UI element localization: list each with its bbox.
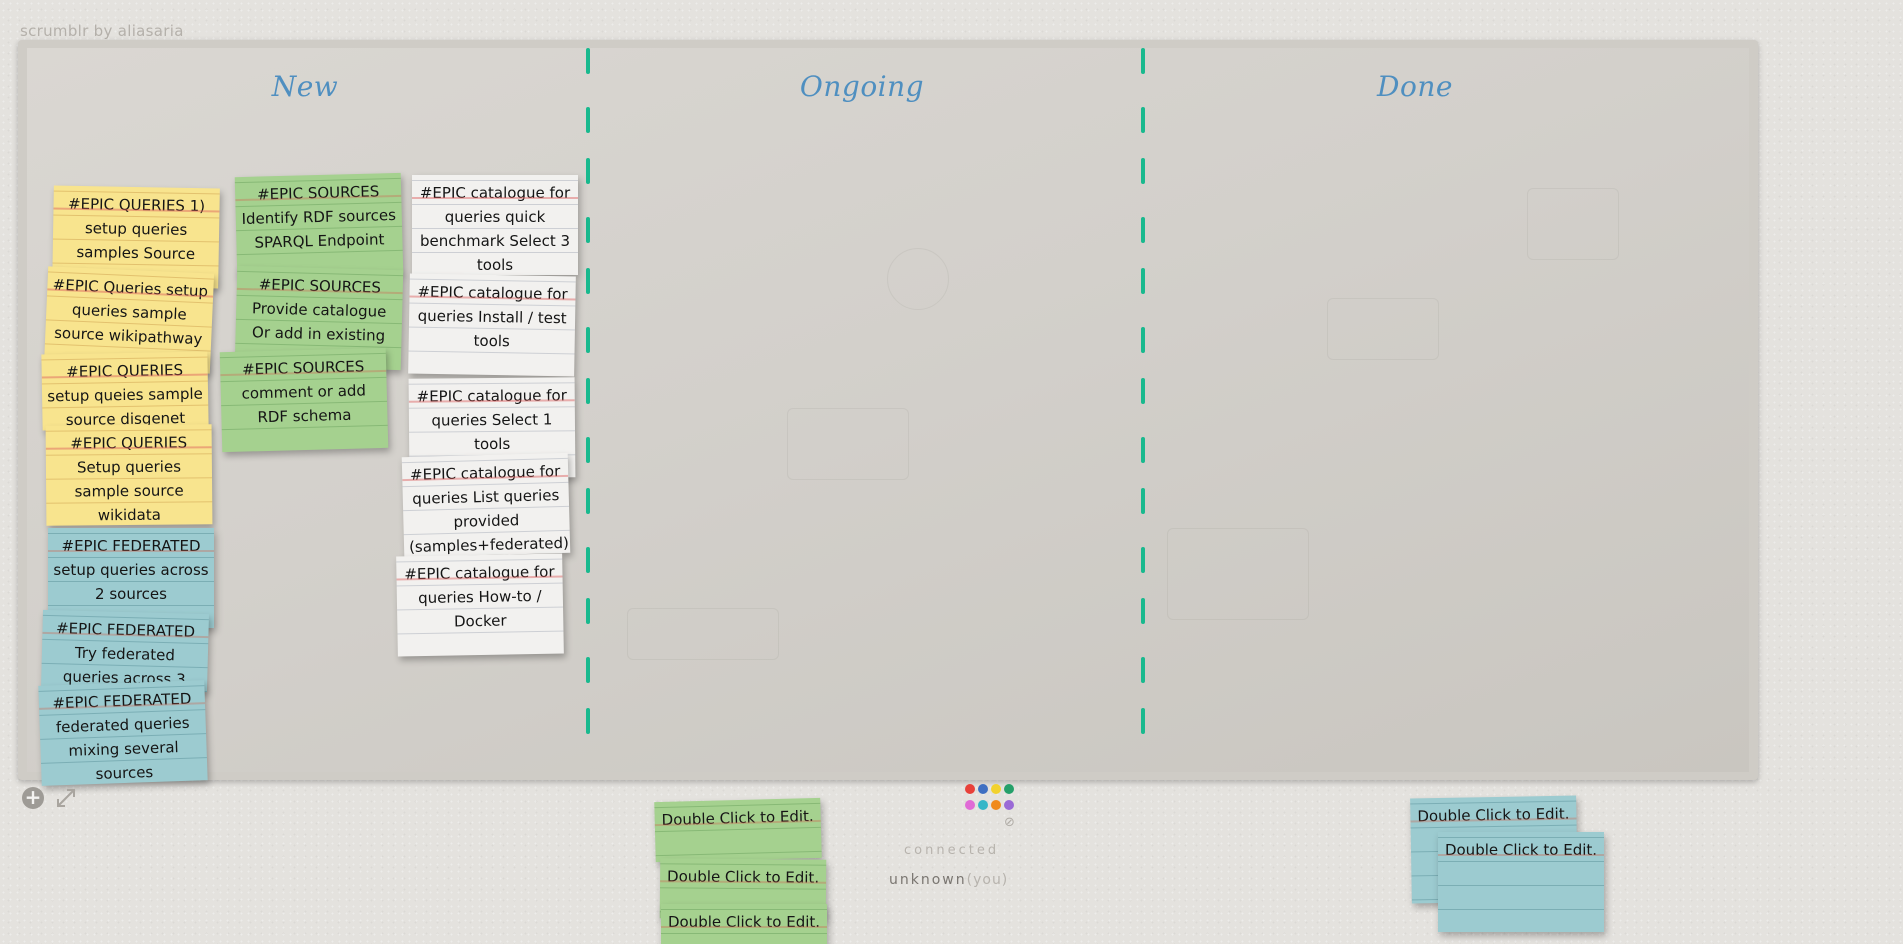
divider-dash: [586, 268, 590, 294]
sketch-mark: [627, 608, 779, 660]
card[interactable]: #EPIC SOURCES comment or add RDF schema: [219, 347, 389, 453]
card[interactable]: #EPIC QUERIES setup queies sample source…: [41, 351, 209, 431]
divider-dash: [1141, 708, 1145, 734]
sketch-mark: [887, 248, 949, 310]
app-title: scrumblr by aliasaria: [20, 22, 184, 40]
color-swatch[interactable]: [965, 784, 975, 794]
divider-dash: [586, 437, 590, 463]
user-suffix: (you): [966, 872, 1009, 888]
sketch-mark: [787, 408, 909, 480]
sketch-mark: [1527, 188, 1619, 260]
fullscreen-icon[interactable]: [54, 786, 78, 810]
column-title-new[interactable]: New: [155, 70, 455, 103]
card[interactable]: #EPIC catalogue for queries List queries…: [401, 452, 571, 558]
divider-dash: [1141, 437, 1145, 463]
card[interactable]: #EPIC FEDERATED Try federated queries ac…: [41, 609, 209, 693]
color-swatch[interactable]: [978, 800, 988, 810]
free-card[interactable]: Double Click to Edit.: [1438, 832, 1604, 932]
color-swatch[interactable]: [991, 800, 1001, 810]
sketch-mark: [1327, 298, 1439, 360]
divider-dash: [1141, 657, 1145, 683]
divider-dash: [1141, 107, 1145, 133]
divider-dash: [586, 327, 590, 353]
divider-dash: [1141, 158, 1145, 184]
divider-dash: [1141, 378, 1145, 404]
divider-dash: [586, 708, 590, 734]
color-swatch[interactable]: [965, 800, 975, 810]
divider-dash: [586, 107, 590, 133]
divider-dash: [1141, 217, 1145, 243]
color-swatch[interactable]: [991, 784, 1001, 794]
color-palette: [965, 784, 1017, 812]
divider-dash: [586, 48, 590, 74]
card[interactable]: #EPIC QUERIES Setup queries sample sourc…: [45, 424, 213, 526]
no-color-icon[interactable]: ⊘: [1004, 815, 1015, 830]
user-name-text[interactable]: unknown: [889, 872, 967, 888]
color-swatch[interactable]: [1004, 784, 1014, 794]
column-title-done[interactable]: Done: [1265, 70, 1565, 103]
divider-dash: [586, 657, 590, 683]
divider-dash: [586, 158, 590, 184]
divider-dash: [1141, 268, 1145, 294]
card[interactable]: #EPIC catalogue for queries quick benchm…: [412, 175, 578, 275]
divider-dash: [586, 378, 590, 404]
divider-dash: [586, 547, 590, 573]
divider-dash: [1141, 327, 1145, 353]
divider-dash: [1141, 547, 1145, 573]
color-swatch[interactable]: [1004, 800, 1014, 810]
sketch-mark: [1167, 528, 1309, 620]
column-divider[interactable]: [584, 48, 596, 772]
divider-dash: [586, 598, 590, 624]
divider-dash: [1141, 488, 1145, 514]
column-divider[interactable]: [1139, 48, 1151, 772]
free-card[interactable]: Double Click to Edit.: [661, 904, 827, 944]
divider-dash: [586, 217, 590, 243]
divider-dash: [586, 488, 590, 514]
divider-dash: [1141, 48, 1145, 74]
connection-status: connected: [904, 843, 1000, 858]
card[interactable]: #EPIC SOURCES Identify RDF sources SPARQ…: [234, 172, 404, 278]
card[interactable]: #EPIC FEDERATED federated queries mixing…: [38, 680, 208, 786]
divider-dash: [1141, 598, 1145, 624]
card[interactable]: #EPIC catalogue for queries Install / te…: [408, 273, 576, 377]
free-card[interactable]: Double Click to Edit.: [654, 797, 822, 863]
color-swatch[interactable]: [978, 784, 988, 794]
add-card-button[interactable]: +: [22, 787, 44, 809]
card[interactable]: #EPIC catalogue for queries How-to / Doc…: [396, 553, 564, 657]
user-name[interactable]: unknown(you): [889, 872, 1008, 888]
column-title-ongoing[interactable]: Ongoing: [712, 70, 1012, 103]
